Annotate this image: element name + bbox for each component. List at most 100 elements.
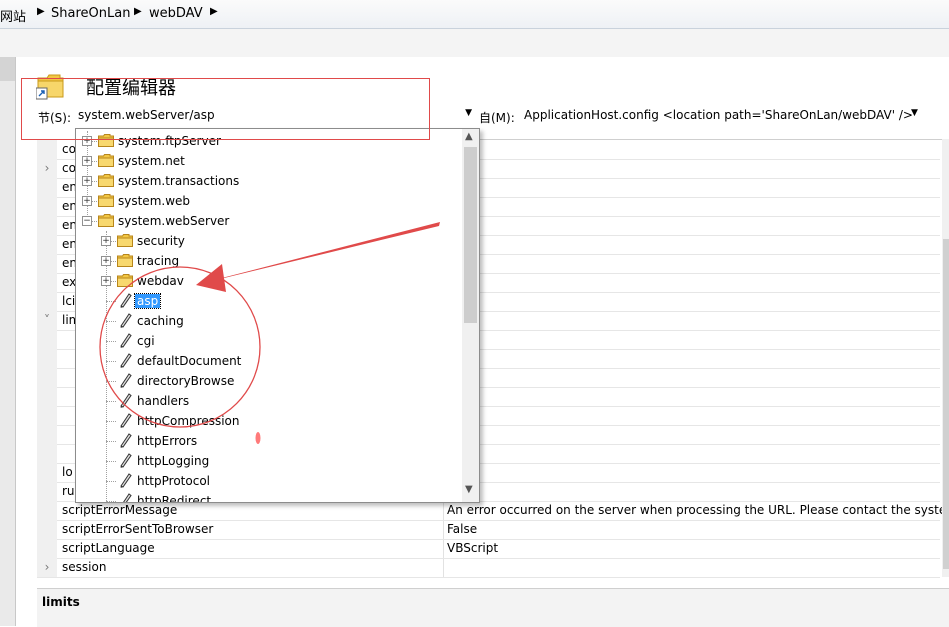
tree-item-label[interactable]: httpLogging: [135, 454, 211, 468]
tree-item[interactable]: + system.web: [76, 191, 461, 211]
tree-item-label[interactable]: tracing: [135, 254, 181, 268]
tree-item[interactable]: httpLogging: [76, 451, 461, 471]
expand-icon[interactable]: +: [82, 196, 92, 206]
tree-item[interactable]: httpRedirect: [76, 491, 461, 502]
grid-row-value[interactable]: False: [447, 522, 477, 536]
breadcrumb-sites[interactable]: 网站: [0, 6, 26, 25]
section-dropdown-tree[interactable]: + system.ftpServer + system.net + system.tran…: [75, 128, 480, 503]
from-value[interactable]: ApplicationHost.config <location path='S…: [524, 108, 913, 122]
breadcrumb-separator-icon[interactable]: ▶: [37, 6, 45, 17]
expand-icon[interactable]: +: [101, 276, 111, 286]
grid-row[interactable]: scriptErrorMessage An error occurred on t…: [37, 501, 949, 521]
grid-scrollbar[interactable]: [942, 139, 949, 577]
breadcrumb-separator-icon[interactable]: ▶: [134, 6, 142, 17]
grid-row-name: co: [62, 142, 76, 156]
pen-icon: [117, 352, 133, 368]
connections-pane-edge: [0, 57, 16, 626]
pen-icon: [117, 472, 133, 488]
grid-row-gutter: [37, 539, 57, 558]
grid-row-gutter: [37, 425, 57, 444]
grid-row-gutter: [37, 444, 57, 463]
folder-icon: [117, 234, 133, 247]
tree-item-label[interactable]: httpCompression: [135, 414, 242, 428]
tree-item[interactable]: handlers: [76, 391, 461, 411]
toolbar-gap: [0, 29, 949, 57]
expand-icon[interactable]: ›: [37, 159, 57, 178]
tree-item[interactable]: + system.net: [76, 151, 461, 171]
expand-icon[interactable]: ˅: [37, 311, 57, 330]
tree-item[interactable]: + webdav: [76, 271, 461, 291]
breadcrumb-separator-icon[interactable]: ▶: [210, 6, 218, 17]
grid-row-name: lci: [62, 294, 76, 308]
address-bar[interactable]: 网站 ▶ ShareOnLan ▶ webDAV ▶: [0, 0, 949, 29]
grid-row-name: lo: [62, 465, 73, 479]
grid-row-value[interactable]: VBScript: [447, 541, 498, 555]
tree-item-label[interactable]: system.web: [116, 194, 192, 208]
pen-icon: [117, 452, 133, 468]
collapse-icon[interactable]: −: [82, 216, 92, 226]
tree-item[interactable]: httpCompression: [76, 411, 461, 431]
expand-icon[interactable]: ›: [37, 558, 57, 577]
grid-row-gutter: [37, 501, 57, 520]
tree-item[interactable]: − system.webServer: [76, 211, 461, 231]
folder-icon: [98, 174, 114, 187]
tree-item[interactable]: httpProtocol: [76, 471, 461, 491]
pen-icon: [117, 432, 133, 448]
tree-item-label[interactable]: httpProtocol: [135, 474, 212, 488]
grid-row-name: scriptLanguage: [62, 541, 155, 555]
scroll-down-icon[interactable]: ▼: [465, 484, 473, 495]
tree-item[interactable]: httpErrors: [76, 431, 461, 451]
grid-row-gutter: [37, 254, 57, 273]
scrollbar-thumb[interactable]: [943, 239, 949, 569]
tree-item[interactable]: + system.transactions: [76, 171, 461, 191]
tree-item-label[interactable]: httpRedirect: [135, 494, 213, 502]
from-label: 自(M):: [479, 111, 515, 125]
tree-item-label[interactable]: system.webServer: [116, 214, 231, 228]
tree-item-label[interactable]: handlers: [135, 394, 191, 408]
grid-row[interactable]: scriptLanguage VBScript: [37, 539, 940, 559]
expand-icon[interactable]: +: [82, 176, 92, 186]
pen-icon: [117, 312, 133, 328]
expand-icon[interactable]: +: [82, 156, 92, 166]
scroll-up-icon[interactable]: ▲: [465, 131, 473, 142]
tree-item[interactable]: defaultDocument: [76, 351, 461, 371]
description-title: limits: [42, 595, 80, 609]
tree-item[interactable]: + tracing: [76, 251, 461, 271]
grid-row-gutter: [37, 406, 57, 425]
tree-item[interactable]: cgi: [76, 331, 461, 351]
scrollbar-thumb[interactable]: [464, 147, 477, 323]
dropdown-scrollbar[interactable]: ▲ ▼: [462, 129, 479, 502]
grid-row[interactable]: › session: [37, 558, 940, 578]
tree-item-label[interactable]: asp: [133, 293, 162, 309]
grid-row[interactable]: scriptErrorSentToBrowser False: [37, 520, 940, 540]
grid-row-gutter: [37, 349, 57, 368]
tree-item[interactable]: + security: [76, 231, 461, 251]
grid-row-gutter: [37, 330, 57, 349]
tree-item[interactable]: directoryBrowse: [76, 371, 461, 391]
tree-item-label[interactable]: webdav: [135, 274, 186, 288]
grid-row-gutter: [37, 216, 57, 235]
tree-item-label[interactable]: httpErrors: [135, 434, 199, 448]
breadcrumb-webdav[interactable]: webDAV: [149, 6, 203, 21]
grid-row-gutter: [37, 178, 57, 197]
tree-item[interactable]: asp: [76, 291, 461, 311]
tree-item-label[interactable]: directoryBrowse: [135, 374, 236, 388]
tree-item-label[interactable]: security: [135, 234, 187, 248]
pen-icon: [117, 332, 133, 348]
tree-item-label[interactable]: caching: [135, 314, 186, 328]
grid-row-name: scriptErrorSentToBrowser: [62, 522, 214, 536]
tree-item-label[interactable]: defaultDocument: [135, 354, 243, 368]
tree-item-label[interactable]: system.transactions: [116, 174, 241, 188]
chevron-down-icon[interactable]: ▼: [465, 108, 472, 118]
tree-item-label[interactable]: cgi: [135, 334, 157, 348]
folder-icon: [98, 194, 114, 207]
expand-icon[interactable]: +: [101, 256, 111, 266]
tree-item[interactable]: caching: [76, 311, 461, 331]
tree-item-label[interactable]: system.net: [116, 154, 187, 168]
from-combobox[interactable]: ApplicationHost.config <location path='S…: [518, 104, 922, 126]
grid-row-gutter: [37, 482, 57, 501]
breadcrumb-shareonlan[interactable]: ShareOnLan: [51, 6, 130, 21]
grid-row-value[interactable]: An error occurred on the server when pro…: [447, 503, 949, 517]
chevron-down-icon[interactable]: ▼: [911, 108, 918, 118]
expand-icon[interactable]: +: [101, 236, 111, 246]
